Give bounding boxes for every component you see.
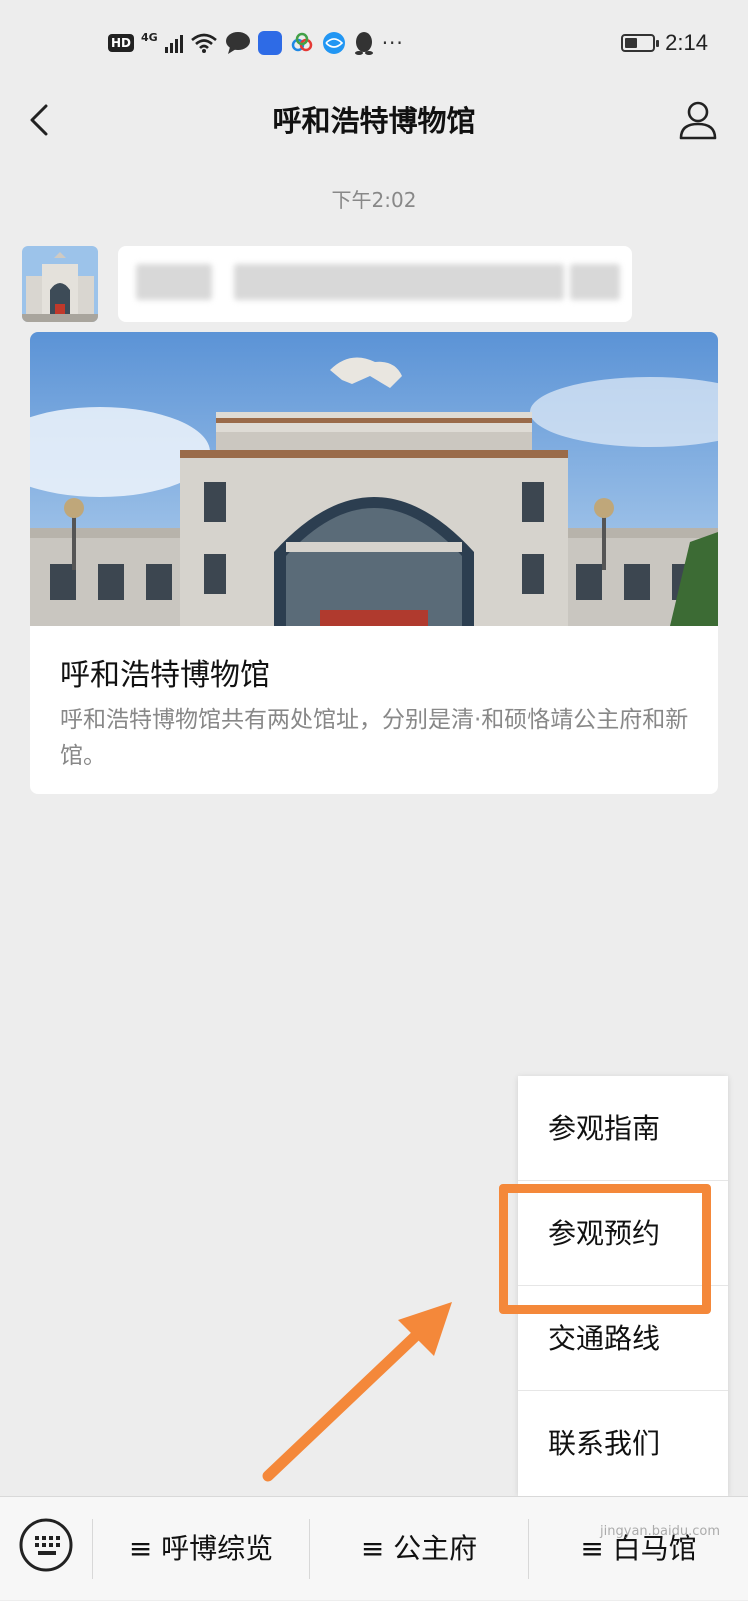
keyboard-icon[interactable] xyxy=(18,1517,74,1573)
status-icons-left: HD 4G ··· xyxy=(108,28,404,58)
menu-item-contact-us[interactable]: 联系我们 xyxy=(518,1391,728,1496)
article-card[interactable]: 呼和浩特博物馆 呼和浩特博物馆共有两处馆址，分别是清·和硕恪靖公主府和新馆。 xyxy=(30,332,718,794)
article-title: 呼和浩特博物馆 xyxy=(60,658,270,693)
user-profile-icon[interactable] xyxy=(674,96,722,144)
more-notifications-icon: ··· xyxy=(381,31,404,55)
status-bar: HD 4G ··· 2:14 xyxy=(0,0,748,84)
message-bubble-redacted[interactable] xyxy=(118,246,632,322)
message-icon xyxy=(225,32,250,54)
status-icons-right: 2:14 xyxy=(621,30,708,56)
wifi-icon xyxy=(190,33,217,53)
museum-avatar-icon xyxy=(22,246,98,322)
avatar[interactable] xyxy=(22,246,98,322)
menu-item-visit-guide[interactable]: 参观指南 xyxy=(518,1076,728,1181)
signal-icon xyxy=(164,33,183,53)
hd-badge: HD xyxy=(108,34,135,52)
nav-bar: 呼和浩特博物馆 xyxy=(0,84,748,160)
redacted-text xyxy=(570,264,620,300)
article-description: 呼和浩特博物馆共有两处馆址，分别是清·和硕恪靖公主府和新馆。 xyxy=(60,707,689,769)
clock: 2:14 xyxy=(665,30,708,55)
cloud-app-icon xyxy=(291,32,312,52)
watermark: jingyan.baidu.com xyxy=(600,1524,720,1539)
bottom-menu-bar: ≡ 呼博综览 ≡ 公主府 ≡ 白马馆 xyxy=(0,1496,748,1600)
redacted-text xyxy=(234,264,564,300)
app-notification-icon xyxy=(257,31,282,55)
battery-level xyxy=(625,38,638,48)
network-type: 4G xyxy=(141,30,158,44)
qq-icon xyxy=(354,32,373,55)
highlight-box xyxy=(499,1184,711,1314)
menu-tab-white-horse-hall[interactable]: ≡ 白马馆 xyxy=(529,1497,748,1601)
battery-icon xyxy=(621,34,660,52)
redacted-text xyxy=(136,264,212,300)
message-timestamp: 下午2:02 xyxy=(331,188,417,212)
menu-tab-princess-mansion[interactable]: ≡ 公主府 xyxy=(310,1497,528,1601)
menu-tab-overview[interactable]: ≡ 呼博综览 xyxy=(93,1497,309,1601)
museum-photo xyxy=(30,332,718,626)
page-title: 呼和浩特博物馆 xyxy=(272,104,476,138)
browser-icon xyxy=(322,32,345,54)
